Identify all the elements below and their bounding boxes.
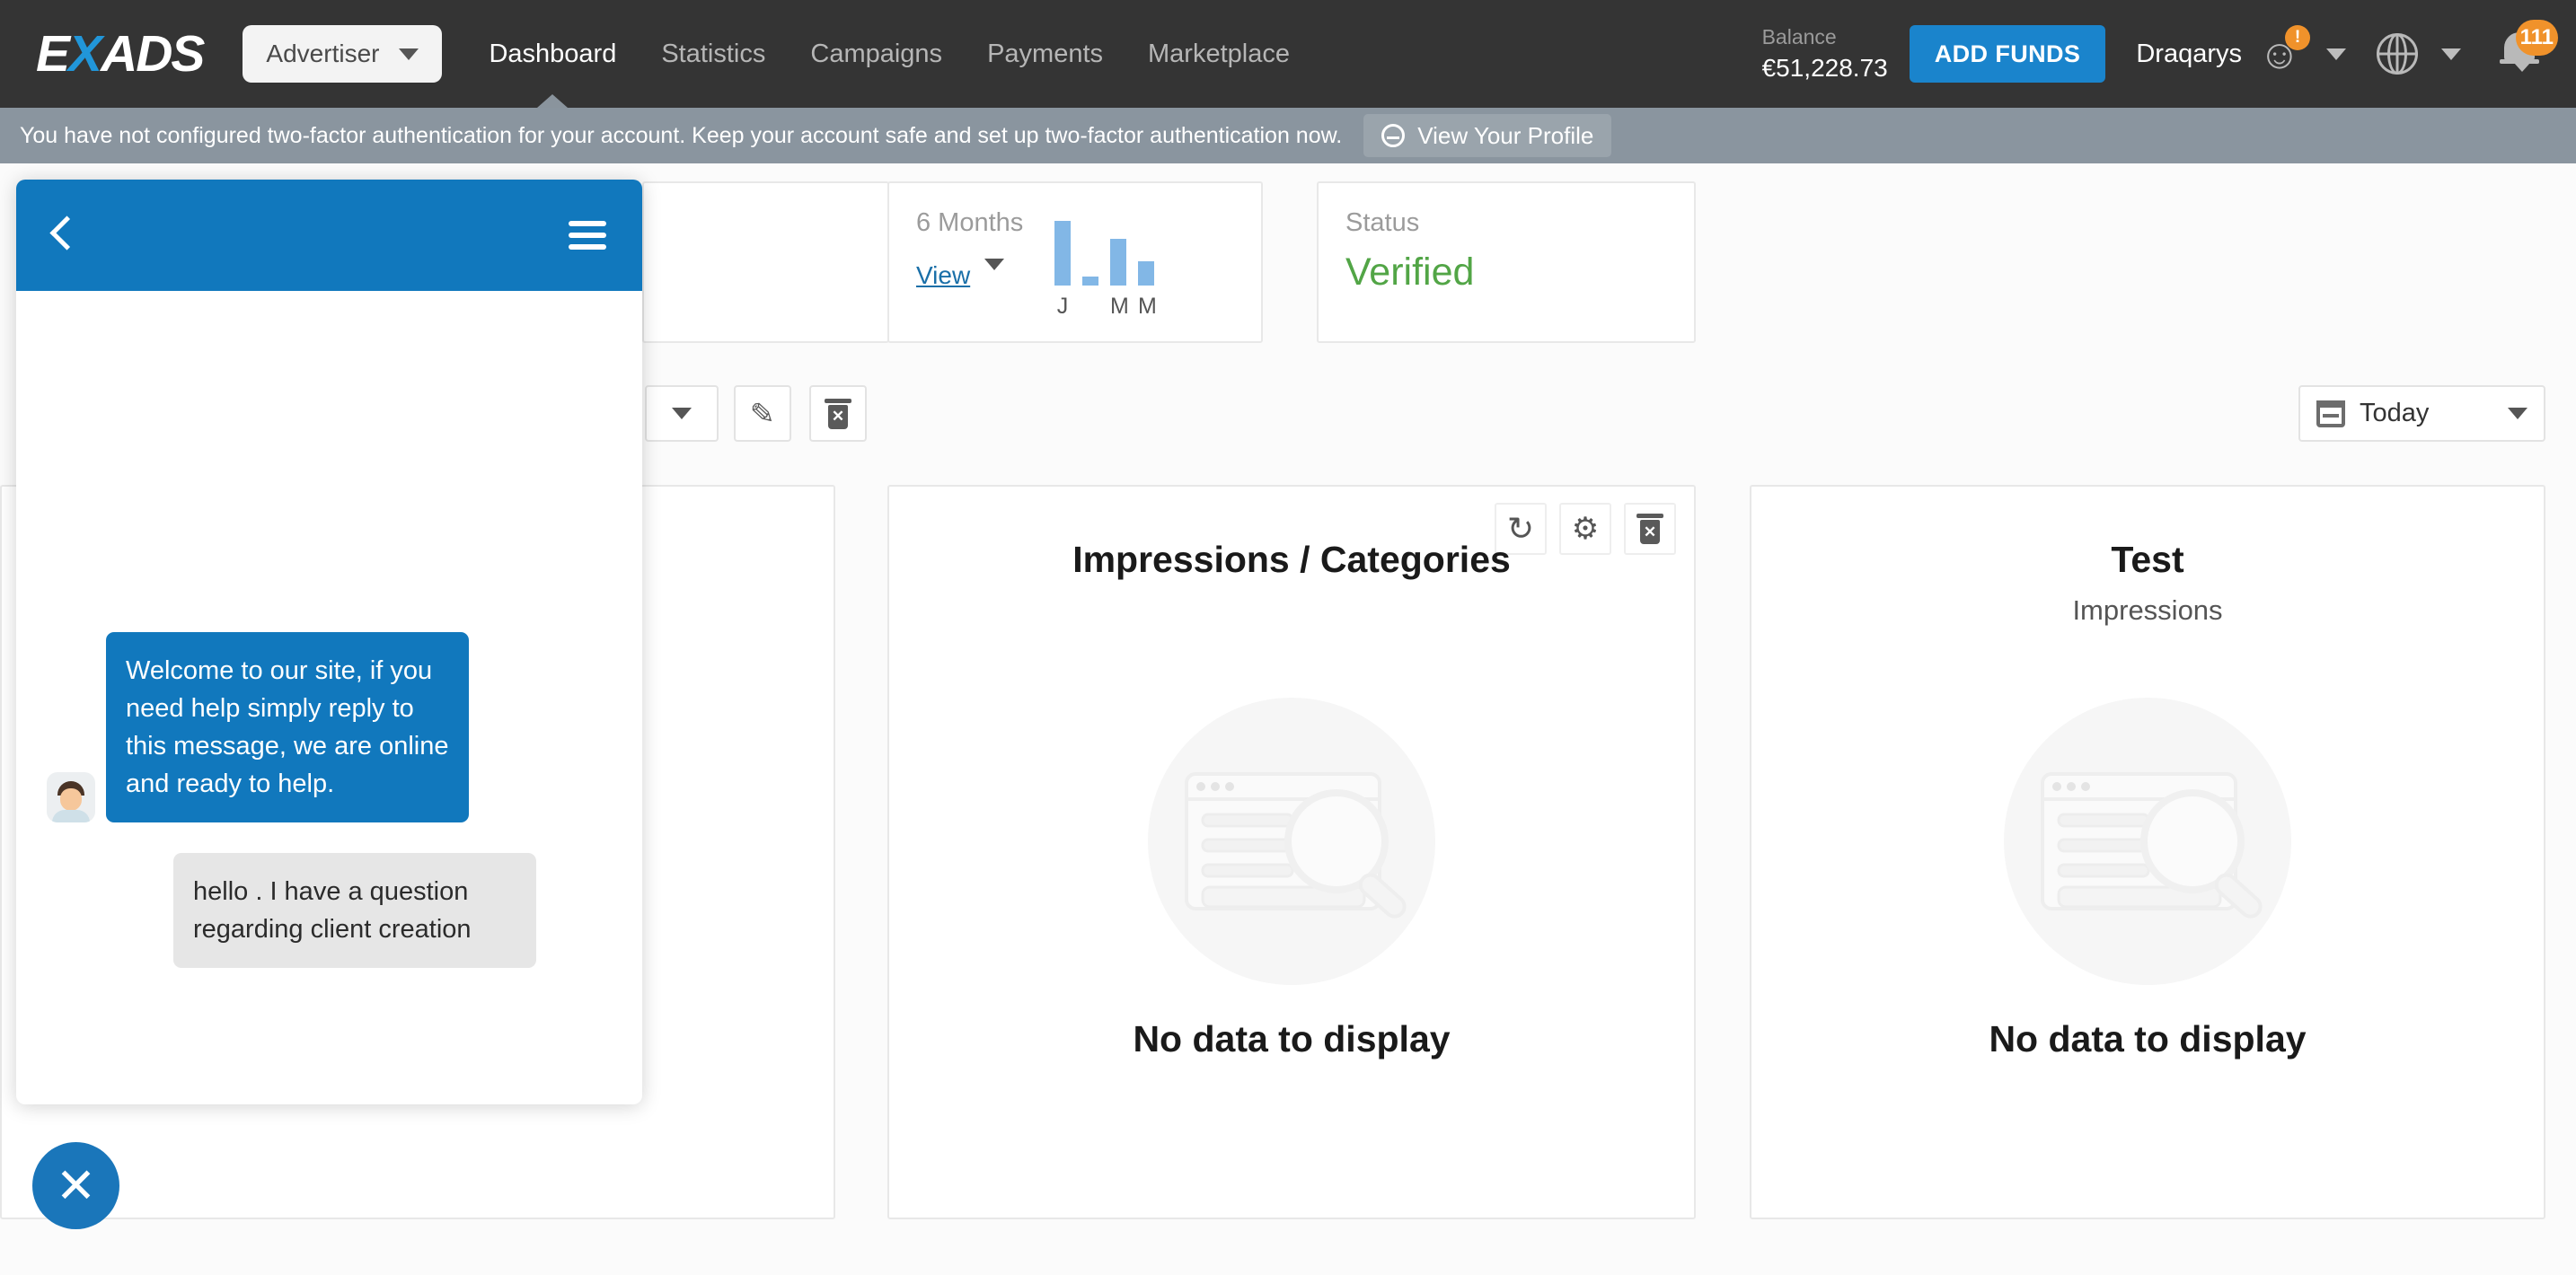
no-data-text: No data to display xyxy=(1989,1018,2307,1060)
sparkline-x-label xyxy=(1082,294,1098,320)
agent-avatar xyxy=(47,772,95,823)
view-your-profile-button[interactable]: View Your Profile xyxy=(1363,114,1612,157)
chat-bubble-user: hello . I have a question regarding clie… xyxy=(173,853,536,969)
chat-message-list[interactable]: Welcome to our site, if you need help si… xyxy=(16,632,642,1104)
widget-title: Test xyxy=(2111,539,2184,580)
balance-display: Balance €51,228.73 xyxy=(1762,23,1888,85)
date-range-picker[interactable]: Today xyxy=(2298,385,2545,442)
live-chat-widget: Welcome to our site, if you need help si… xyxy=(16,180,642,1104)
six-months-left: 6 Months View xyxy=(916,208,1051,290)
nav-item-campaigns[interactable]: Campaigns xyxy=(810,0,942,108)
role-selector-label: Advertiser xyxy=(266,40,380,67)
logo-pre: E xyxy=(36,25,70,83)
stat-card-occluded[interactable] xyxy=(642,181,889,343)
balance-label: Balance xyxy=(1761,24,1837,48)
chat-message-agent: Welcome to our site, if you need help si… xyxy=(16,632,642,823)
sparkline-bar xyxy=(1082,277,1098,286)
no-data-illustration xyxy=(1999,693,2296,989)
logo-x: X xyxy=(68,25,102,83)
user-menu-chevron-down-icon[interactable] xyxy=(2326,48,2346,60)
exads-logo[interactable]: EXADS xyxy=(36,24,205,84)
widget-impressions-categories: ↻ ⚙ ✕ Impressions / Categories No data t… xyxy=(887,485,1696,1219)
language-menu-chevron-down-icon[interactable] xyxy=(2441,48,2461,60)
stat-card-six-months: 6 Months View J MM xyxy=(887,181,1263,343)
add-funds-button[interactable]: ADD FUNDS xyxy=(1909,25,2106,83)
sparkline-bar xyxy=(1054,221,1071,286)
avatar-body xyxy=(52,810,90,823)
delete-button[interactable]: ✕ xyxy=(809,385,867,442)
edit-button[interactable]: ✎ xyxy=(734,385,791,442)
notification-count-badge: 111 xyxy=(2515,20,2558,56)
view-profile-label: View Your Profile xyxy=(1417,121,1594,149)
six-months-label: 6 Months xyxy=(916,208,1024,237)
toolbar-dropdown-button[interactable] xyxy=(645,385,719,442)
logo-post: ADS xyxy=(101,25,205,83)
sparkline-x-label: M xyxy=(1110,294,1129,319)
six-months-view-row[interactable]: View xyxy=(916,238,1051,290)
stat-card-status: Status Verified xyxy=(1317,181,1696,343)
username-label[interactable]: Draqarys xyxy=(2136,40,2242,69)
sparkline-bar xyxy=(1138,261,1154,286)
warning-text: You have not configured two-factor authe… xyxy=(20,122,1343,148)
trash-delete-icon: ✕ xyxy=(825,398,851,429)
nav-item-statistics[interactable]: Statistics xyxy=(661,0,765,108)
widget-test: Test Impressions No data to display xyxy=(1750,485,2545,1219)
status-value: Verified xyxy=(1345,251,1475,294)
globe-language-icon[interactable] xyxy=(2377,33,2418,75)
sparkline-bar xyxy=(1110,239,1126,286)
empty-state-impressions: No data to display xyxy=(889,693,1694,1060)
six-months-sparkline-chart: J MM xyxy=(1054,221,1157,320)
nav-item-payments[interactable]: Payments xyxy=(987,0,1103,108)
nav-item-dashboard[interactable]: Dashboard xyxy=(489,0,616,108)
top-navigation-bar: EXADS Advertiser Dashboard Statistics Ca… xyxy=(0,0,2576,108)
trash-body: ✕ xyxy=(828,404,848,429)
calendar-icon xyxy=(2316,400,2345,427)
chat-header xyxy=(16,180,642,291)
trash-lid xyxy=(1636,514,1663,518)
notification-bell-icon[interactable]: 111 xyxy=(2497,20,2558,81)
bell-clapper xyxy=(2514,63,2530,72)
hamburger-menu-icon[interactable] xyxy=(569,215,606,256)
chat-bubble-agent: Welcome to our site, if you need help si… xyxy=(106,632,469,823)
six-months-inner: 6 Months View J MM xyxy=(916,208,1261,320)
sparkline-x-labels: J MM xyxy=(1054,294,1157,320)
close-x-icon: ✕ xyxy=(55,1158,97,1213)
date-range-label: Today xyxy=(2360,399,2430,427)
sparkline-x-label: J xyxy=(1056,294,1069,319)
sparkline-x-label: M xyxy=(1138,294,1157,319)
nav-right-cluster: Balance €51,228.73 ADD FUNDS Draqarys ☺ … xyxy=(1762,0,2558,108)
trash-lid xyxy=(825,398,851,403)
person-icon xyxy=(1381,124,1406,147)
status-label: Status xyxy=(1345,208,1420,237)
widget-title: Impressions / Categories xyxy=(1072,539,1511,580)
chat-message-user: hello . I have a question regarding clie… xyxy=(16,853,642,969)
nav-item-marketplace[interactable]: Marketplace xyxy=(1148,0,1290,108)
date-range-chevron-down-icon xyxy=(2508,408,2527,419)
no-data-text: No data to display xyxy=(1133,1018,1451,1060)
main-nav: Dashboard Statistics Campaigns Payments … xyxy=(489,0,1290,108)
balance-value: €51,228.73 xyxy=(1761,53,1888,82)
no-data-illustration xyxy=(1143,693,1440,989)
view-link[interactable]: View xyxy=(916,261,970,290)
two-factor-warning-banner: You have not configured two-factor authe… xyxy=(0,108,2576,163)
empty-state-test: No data to display xyxy=(1751,693,2544,1060)
globe-oval xyxy=(2387,33,2407,75)
chevron-down-icon xyxy=(672,408,692,419)
view-chevron-down-icon[interactable] xyxy=(984,258,1005,270)
avatar-face xyxy=(60,788,82,812)
sparkline-bars xyxy=(1054,221,1154,286)
back-chevron-icon[interactable] xyxy=(52,217,72,253)
pencil-edit-icon: ✎ xyxy=(749,396,776,431)
role-selector[interactable]: Advertiser xyxy=(243,25,443,83)
chat-close-button[interactable]: ✕ xyxy=(32,1142,119,1229)
avatar-warning-badge: ! xyxy=(2285,25,2310,50)
user-avatar-icon[interactable]: ☺ ! xyxy=(2256,25,2310,77)
widget-subtitle: Impressions xyxy=(2072,594,2223,626)
chevron-down-icon xyxy=(399,48,419,60)
